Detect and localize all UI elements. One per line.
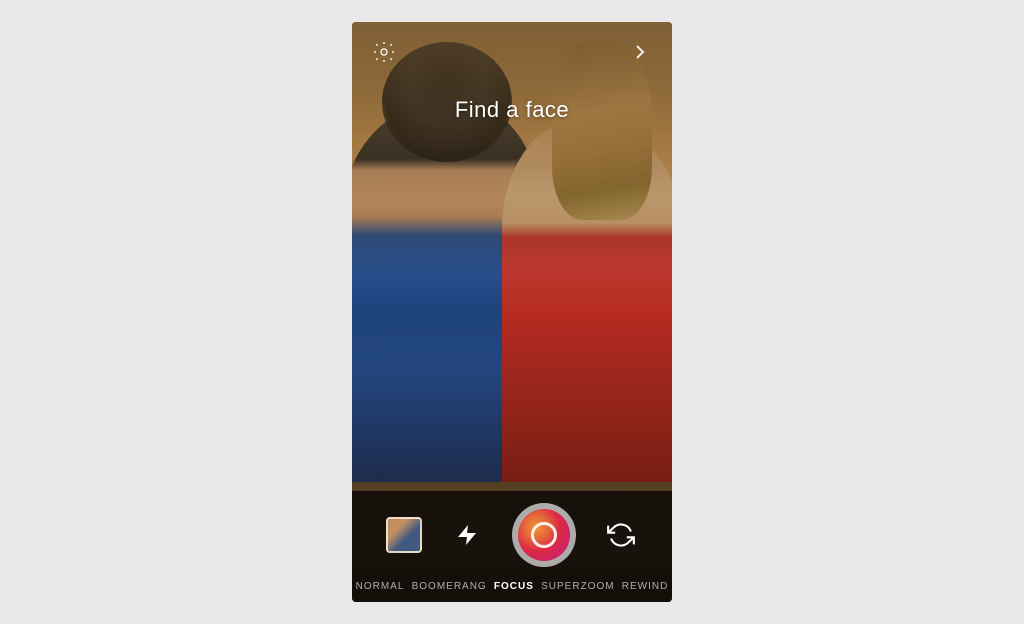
shutter-inner [518,509,570,561]
gallery-thumbnail[interactable] [386,517,422,553]
mode-selector-row: NORMAL BOOMERANG FOCUS SUPERZOOM REWIND [352,575,672,602]
shutter-button[interactable] [512,503,576,567]
top-bar [352,22,672,82]
mode-normal[interactable]: NORMAL [356,581,405,592]
mode-focus[interactable]: FOCUS [494,581,534,592]
settings-icon[interactable] [372,40,396,64]
phone-container: Find a face [352,22,672,602]
find-face-label: Find a face [352,97,672,123]
flash-button[interactable] [449,517,485,553]
mode-rewind[interactable]: REWIND [622,581,669,592]
flip-camera-button[interactable] [603,517,639,553]
mode-superzoom[interactable]: SUPERZOOM [541,581,614,592]
chevron-right-icon[interactable] [628,40,652,64]
bottom-bar: NORMAL BOOMERANG FOCUS SUPERZOOM REWIND [352,491,672,602]
mode-boomerang[interactable]: BOOMERANG [412,581,487,592]
controls-row [352,491,672,575]
camera-view: Find a face [352,22,672,602]
